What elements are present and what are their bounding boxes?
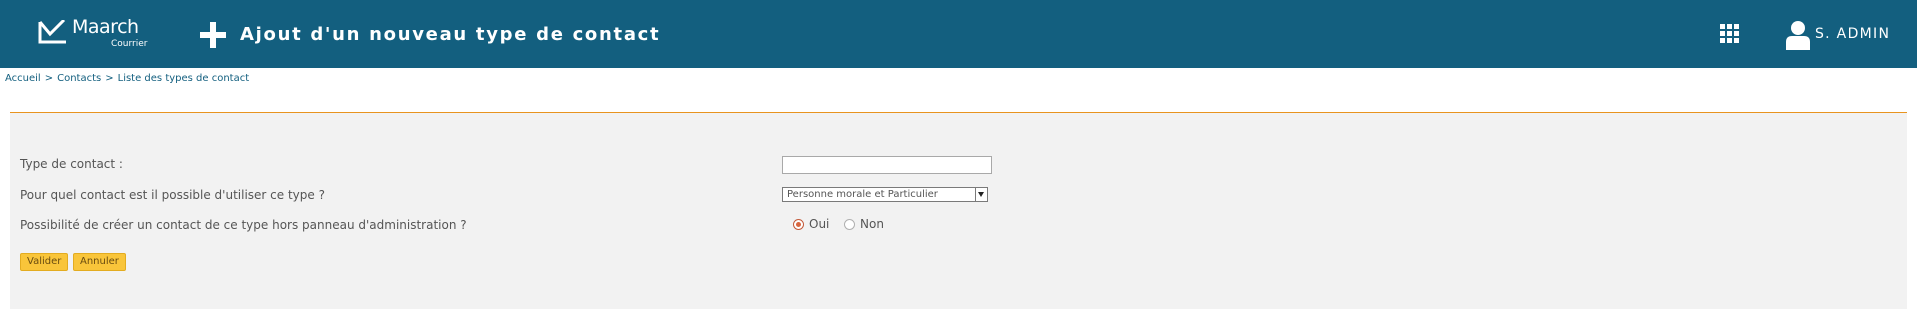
radio-oui[interactable] (793, 219, 804, 230)
breadcrumb-separator: > (105, 73, 114, 84)
maarch-logo-icon (38, 20, 66, 44)
contact-usage-label: Pour quel contact est il possible d'util… (20, 188, 325, 202)
contact-usage-selected: Personne morale et Particulier (787, 189, 938, 200)
breadcrumb-contact-types[interactable]: Liste des types de contact (118, 73, 250, 84)
breadcrumb-contacts[interactable]: Contacts (57, 73, 101, 84)
submit-button[interactable]: Valider (20, 253, 69, 271)
chevron-down-icon (975, 188, 987, 201)
logo-subtitle: Courrier (111, 39, 148, 49)
cancel-button[interactable]: Annuler (73, 253, 126, 271)
page-title: Ajout d'un nouveau type de contact (240, 24, 661, 45)
maarch-logo[interactable]: Maarch Courrier (38, 16, 150, 52)
radio-non-label[interactable]: Non (860, 217, 884, 231)
user-icon (1786, 21, 1810, 50)
radio-non[interactable] (844, 219, 855, 230)
breadcrumb-separator: > (44, 73, 54, 84)
breadcrumb: Accueil > Contacts > Liste des types de cont… (5, 73, 249, 84)
outside-admin-label: Possibilité de créer un contact de ce ty… (20, 218, 467, 232)
contact-type-label: Type de contact : (20, 157, 123, 171)
logo-name: Maarch (72, 16, 139, 38)
top-bar: Maarch Courrier Ajout d'un nouveau type … (0, 0, 1917, 68)
plus-icon (200, 22, 226, 48)
contact-type-input[interactable] (782, 156, 992, 174)
radio-oui-label[interactable]: Oui (809, 217, 829, 231)
user-name: S. ADMIN (1815, 26, 1891, 42)
breadcrumb-home[interactable]: Accueil (5, 73, 41, 84)
contact-type-form: Type de contact : Pour quel contact est … (10, 112, 1907, 309)
apps-grid-icon[interactable] (1720, 24, 1740, 44)
contact-usage-select[interactable]: Personne morale et Particulier (782, 187, 988, 202)
